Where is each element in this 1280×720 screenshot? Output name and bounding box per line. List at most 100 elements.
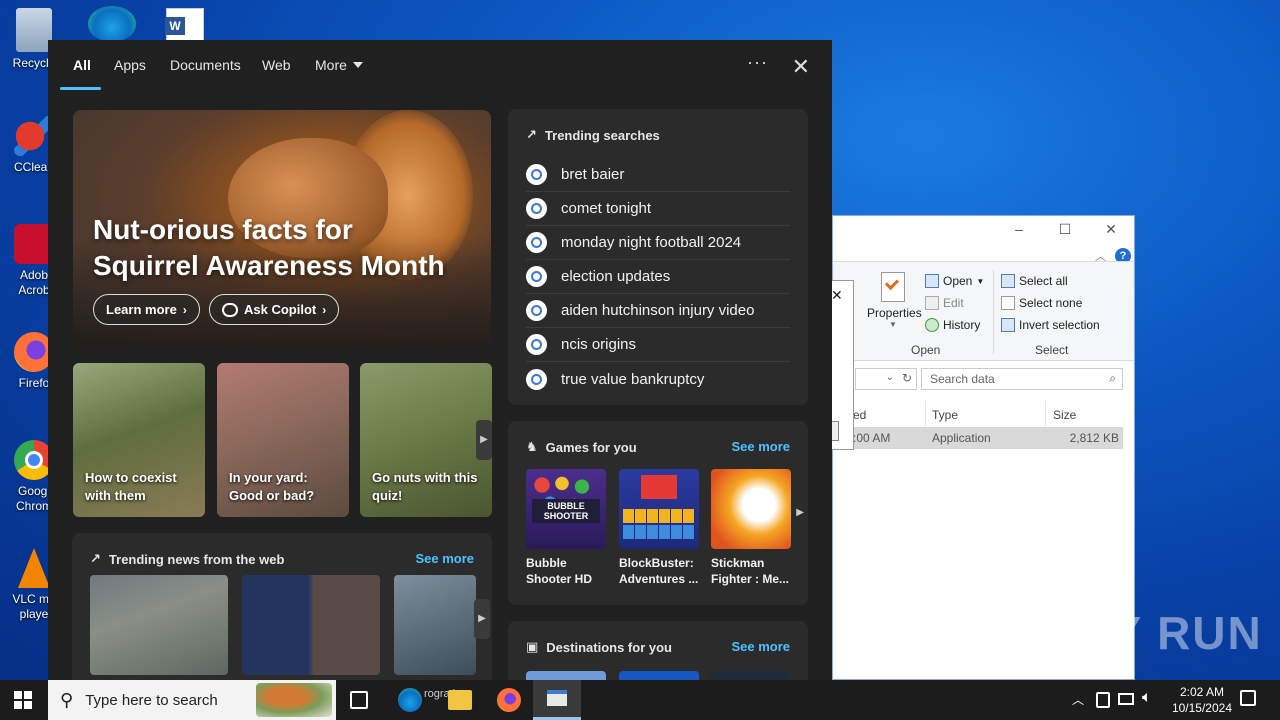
close-icon[interactable]: ✕ [792, 54, 810, 80]
maximize-button[interactable]: ☐ [1055, 221, 1075, 241]
close-button[interactable]: ✕ [1101, 221, 1121, 241]
select-none-button[interactable]: Select none [1001, 292, 1100, 314]
column-size[interactable]: Size [1053, 408, 1076, 422]
hero-card[interactable]: Nut-orious facts for Squirrel Awareness … [73, 110, 491, 346]
caret-down-icon [352, 62, 363, 68]
trending-search-item[interactable]: ncis origins [526, 328, 790, 362]
games-icon: ♞ [526, 439, 538, 454]
card-coexist[interactable]: How to coexist with them [73, 363, 205, 517]
chevron-right-icon: › [182, 302, 187, 317]
column-date[interactable]: ed [853, 408, 866, 422]
dialog-close-icon[interactable]: ✕ [831, 287, 843, 304]
select-all-icon [1001, 274, 1015, 288]
taskbar-search-box[interactable]: ⚲ Type here to search [48, 680, 336, 720]
more-options-icon[interactable]: ··· [747, 52, 768, 73]
firefox-taskbar-icon[interactable] [497, 688, 521, 712]
search-input[interactable]: Search data ⌕ [921, 368, 1123, 390]
edit-label: Edit [943, 296, 964, 310]
file-size: 2,812 KB [1069, 431, 1119, 445]
open-group-label: Open [911, 343, 941, 357]
tab-more[interactable]: More [315, 57, 363, 73]
trending-search-item[interactable]: comet tonight [526, 192, 790, 226]
dialog-control[interactable] [831, 421, 839, 441]
history-label: History [943, 318, 981, 332]
device-icon[interactable] [1096, 692, 1110, 708]
address-bar[interactable]: ⌄ ↻ [855, 368, 917, 390]
search-flyout: All Apps Documents Web More ··· ✕ Nut-or… [48, 40, 832, 680]
network-icon[interactable] [1118, 693, 1134, 705]
hero-title-line1: Nut-orious facts for [93, 214, 353, 245]
game-name: Bubble Shooter HD [526, 556, 592, 586]
minimize-button[interactable]: – [1009, 221, 1029, 241]
card-yard[interactable]: In your yard: Good or bad? [217, 363, 349, 517]
trending-search-item[interactable]: aiden hutchinson injury video [526, 294, 790, 328]
learn-more-button[interactable]: Learn more › [93, 294, 200, 325]
search-icon [526, 334, 547, 355]
invert-selection-button[interactable]: Invert selection [1001, 314, 1100, 336]
news-next-arrow[interactable]: ▶ [474, 599, 490, 639]
tab-web[interactable]: Web [262, 57, 291, 73]
news-image-2[interactable] [242, 575, 380, 675]
trending-search-item[interactable]: monday night football 2024 [526, 226, 790, 260]
game-tile[interactable]: BUBBLE SHOOTER Bubble Shooter HD [526, 469, 606, 587]
trending-search-item[interactable]: election updates [526, 260, 790, 294]
edit-button[interactable]: Edit [925, 292, 984, 314]
chevron-right-icon: › [322, 302, 327, 317]
history-button[interactable]: History [925, 314, 984, 336]
chevron-down-icon[interactable]: ⌄ [886, 372, 894, 383]
hero-title: Nut-orious facts for Squirrel Awareness … [93, 212, 445, 284]
search-icon [526, 300, 547, 321]
news-image-1[interactable] [90, 575, 228, 675]
tab-apps[interactable]: Apps [114, 57, 146, 73]
trending-searches-panel: ↗ Trending searches bret baier comet ton… [508, 109, 808, 405]
active-app-taskbar-button[interactable] [533, 680, 581, 720]
trending-search-item[interactable]: bret baier [526, 158, 790, 192]
trending-search-item[interactable]: true value bankruptcy [526, 362, 790, 396]
copilot-chat-icon [222, 302, 238, 317]
game-tile[interactable]: Stickman Fighter : Me... [711, 469, 791, 587]
start-button[interactable] [14, 691, 32, 709]
search-placeholder: Search data [930, 372, 995, 386]
games-header: ♞ Games for you [526, 439, 637, 455]
games-next-arrow[interactable]: ▶ [796, 507, 804, 518]
file-row[interactable]: :00 AM Application 2,812 KB [851, 427, 1123, 449]
refresh-icon[interactable]: ↻ [902, 371, 912, 385]
trending-news-see-more[interactable]: See more [415, 551, 474, 566]
chevron-up-icon[interactable]: ︿ [1072, 691, 1084, 708]
word-document-icon[interactable]: W [165, 8, 204, 42]
select-all-button[interactable]: Select all [1001, 270, 1100, 292]
destination-image-2[interactable] [619, 671, 699, 680]
taskbar-clock[interactable]: 2:02 AM 10/15/2024 [1172, 684, 1232, 716]
luggage-icon: ▣ [526, 639, 539, 654]
volume-icon[interactable]: 🔈︎ [1142, 689, 1152, 707]
ribbon: Properties ▼ Open ▼ Edit History Open Sel… [833, 261, 1134, 361]
notifications-icon[interactable] [1240, 690, 1256, 706]
properties-button[interactable]: Properties ▼ [867, 272, 922, 329]
ask-copilot-label: Ask Copilot [244, 302, 317, 317]
game-tile[interactable]: BlockBuster: Adventures ... [619, 469, 699, 587]
tab-all[interactable]: All [73, 57, 91, 73]
destinations-see-more[interactable]: See more [731, 639, 790, 654]
column-headers: ed Type Size [833, 402, 1134, 426]
file-time: :00 AM [853, 431, 891, 445]
open-button[interactable]: Open ▼ [925, 270, 984, 292]
edge-taskbar-icon[interactable] [398, 688, 422, 712]
tab-documents[interactable]: Documents [170, 57, 241, 73]
ask-copilot-button[interactable]: Ask Copilot › [209, 294, 340, 325]
search-icon: ⚲ [60, 689, 74, 710]
task-view-icon[interactable] [350, 691, 368, 709]
cards-next-arrow[interactable]: ▶ [476, 420, 492, 460]
games-see-more[interactable]: See more [731, 439, 790, 454]
tab-more-label: More [315, 57, 347, 73]
destination-image-3[interactable] [711, 671, 791, 680]
column-type[interactable]: Type [932, 408, 958, 422]
trending-up-icon: ↗ [526, 127, 537, 142]
select-group-label: Select [1035, 343, 1069, 357]
file-explorer-taskbar-icon[interactable] [448, 690, 472, 710]
news-image-3[interactable] [394, 575, 476, 675]
card-quiz[interactable]: Go nuts with this quiz! [360, 363, 492, 517]
edge-desktop-icon[interactable] [88, 6, 136, 42]
trending-up-icon: ↗ [90, 551, 101, 566]
destination-image-1[interactable] [526, 671, 606, 680]
file-type: Application [932, 431, 991, 445]
